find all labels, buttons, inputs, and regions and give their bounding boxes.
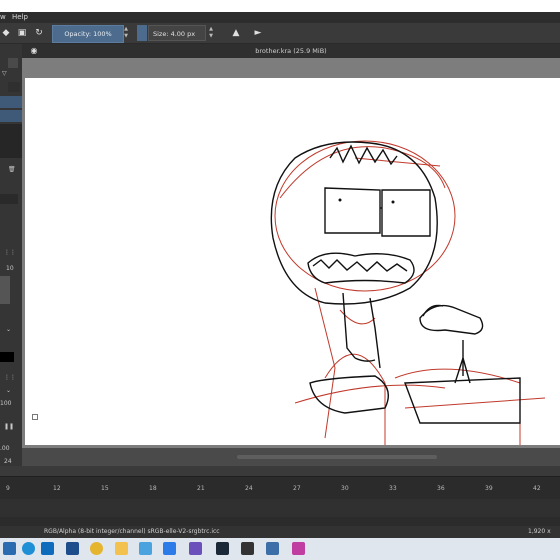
frame-label: 21	[197, 485, 205, 492]
chevron-down-icon-2[interactable]: ⌄	[6, 387, 11, 394]
frame-label: 39	[485, 485, 493, 492]
preserve-alpha-icon[interactable]: ▣	[16, 27, 28, 39]
filter-icon[interactable]: ▽	[2, 70, 7, 77]
mirror-vertical-icon[interactable]: ►	[252, 27, 264, 39]
canvas-paper[interactable]	[25, 78, 560, 445]
frame-label: 24	[245, 485, 253, 492]
sketch-drawing	[270, 140, 546, 445]
timeline-track[interactable]	[0, 499, 560, 517]
krita-icon[interactable]	[292, 542, 305, 555]
eraser-icon[interactable]: ◆	[0, 27, 12, 39]
app2-icon[interactable]	[189, 542, 202, 555]
dock-grip-icon-2: ⋮⋮	[4, 374, 16, 381]
value-field-4[interactable]: 24	[4, 458, 12, 465]
steam-icon[interactable]	[216, 542, 229, 555]
document-title[interactable]: brother.kra (25.9 MiB)	[22, 44, 560, 58]
frame-label: 18	[149, 485, 157, 492]
outlook-icon[interactable]	[41, 542, 54, 555]
document-tab-bar: ◉ brother.kra (25.9 MiB)	[22, 44, 560, 58]
reload-preset-icon[interactable]: ↻	[33, 27, 45, 39]
menu-bar: w Help	[0, 12, 560, 23]
pause-icon[interactable]: ❚❚	[4, 423, 14, 430]
brush-preview	[0, 276, 10, 304]
menu-item-help[interactable]: Help	[12, 12, 28, 23]
settings-icon[interactable]	[139, 542, 152, 555]
size-spinner[interactable]: ▲ ▼	[208, 26, 214, 40]
app-icon[interactable]	[66, 542, 79, 555]
canvas-corner-handle[interactable]	[32, 414, 38, 420]
grid-view-icon[interactable]	[8, 82, 20, 92]
brush-size-slider[interactable]: Size: 4.00 px	[148, 25, 206, 41]
blend-mode-select[interactable]	[0, 194, 18, 204]
frame-label: 30	[341, 485, 349, 492]
brush-preset-icon[interactable]	[8, 58, 18, 68]
value-field-3[interactable]: .00	[0, 445, 10, 452]
menu-item-window[interactable]: w	[0, 12, 6, 23]
red-sketch-layer	[274, 140, 546, 445]
selected-layer-row[interactable]	[0, 96, 22, 108]
frame-label: 36	[437, 485, 445, 492]
app3-icon[interactable]	[241, 542, 254, 555]
app4-icon[interactable]	[266, 542, 279, 555]
delete-layer-icon[interactable]: 🗑	[8, 166, 16, 173]
frame-label: 42	[533, 485, 541, 492]
layer-row[interactable]	[0, 110, 22, 122]
file-explorer-icon[interactable]	[115, 542, 128, 555]
left-docker: ▽ 🗑 ⋮⋮ 10 ⌄ ⋮⋮ ⌄ 100 ❚❚ .00 24	[0, 44, 23, 474]
frame-label: 12	[53, 485, 61, 492]
animation-timeline: 9 12 15 18 21 24 27 30 33 36 39 42	[0, 476, 560, 527]
value-field-2[interactable]: 100	[0, 400, 11, 407]
value-field-1[interactable]: 10	[6, 265, 14, 272]
pupils	[338, 198, 395, 204]
size-lock-swatch[interactable]	[137, 25, 147, 41]
top-strip	[0, 0, 560, 12]
opacity-spinner[interactable]: ▲ ▼	[123, 26, 129, 40]
chevron-down-icon[interactable]: ⌄	[6, 326, 11, 333]
meta-icon[interactable]	[163, 542, 176, 555]
layer-list	[0, 124, 22, 158]
frame-label: 9	[6, 485, 10, 492]
edge-icon[interactable]	[22, 542, 35, 555]
windows-app-icon[interactable]	[3, 542, 16, 555]
horizontal-scrollbar[interactable]	[22, 448, 560, 466]
frame-label: 15	[101, 485, 109, 492]
opacity-slider[interactable]: Opacity: 100%	[52, 25, 124, 43]
status-bar: RGB/Alpha (8-bit integer/channel) sRGB-e…	[0, 526, 560, 547]
mirror-horizontal-icon[interactable]: ▲	[230, 27, 242, 39]
frame-label: 33	[389, 485, 397, 492]
dock-separator	[0, 466, 560, 476]
chrome-icon[interactable]	[90, 542, 103, 555]
ink-layer	[270, 141, 521, 424]
scrollbar-thumb[interactable]	[237, 455, 437, 459]
color-space-label: RGB/Alpha (8-bit integer/channel) sRGB-e…	[44, 528, 220, 535]
frame-label: 27	[293, 485, 301, 492]
dock-grip-icon: ⋮⋮	[4, 249, 16, 256]
foreground-color-swatch[interactable]	[0, 352, 14, 362]
os-taskbar	[0, 538, 560, 560]
